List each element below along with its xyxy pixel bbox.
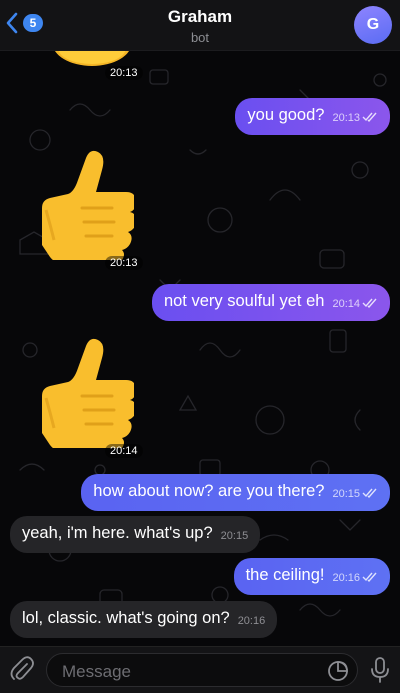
- message-time: 20:15: [332, 488, 360, 500]
- outgoing-message[interactable]: how about now? are you there? 20:15: [81, 474, 390, 511]
- chat-title: Graham: [167, 7, 233, 26]
- read-checkmarks-icon: [362, 112, 377, 122]
- outgoing-message[interactable]: not very soulful yet eh 20:14: [151, 284, 390, 321]
- message-input-field[interactable]: [46, 653, 358, 687]
- read-checkmarks-icon: [362, 488, 377, 498]
- message-text: not very soulful yet eh: [163, 292, 325, 310]
- message-text: the ceiling!: [245, 566, 325, 584]
- message-time: 20:16: [332, 572, 360, 584]
- message-composer: [0, 646, 400, 693]
- incoming-message[interactable]: yeah, i'm here. what's up? 20:15: [10, 516, 261, 553]
- message-time: 20:13: [105, 256, 143, 270]
- read-checkmarks-icon: [362, 298, 377, 308]
- message-text: how about now? are you there?: [93, 482, 325, 500]
- paperclip-icon[interactable]: [10, 656, 34, 682]
- message-time: 20:14: [105, 444, 143, 458]
- message-text: you good?: [247, 106, 325, 124]
- outgoing-message[interactable]: the ceiling! 20:16: [233, 558, 390, 595]
- microphone-icon[interactable]: [370, 656, 390, 684]
- message-text: yeah, i'm here. what's up?: [22, 524, 213, 542]
- message-time: 20:15: [220, 530, 249, 542]
- message-time: 20:13: [105, 66, 143, 80]
- sticker-icon[interactable]: [327, 660, 349, 682]
- avatar[interactable]: G: [354, 6, 392, 44]
- message-list[interactable]: 20:13 you good? 20:13 20:13 not very soul…: [0, 50, 400, 646]
- message-input[interactable]: [60, 660, 314, 684]
- message-time: 20:14: [332, 298, 360, 310]
- read-checkmarks-icon: [362, 572, 377, 582]
- thumbs-up-sticker[interactable]: [22, 148, 134, 260]
- thumbs-up-sticker[interactable]: [22, 336, 134, 448]
- chat-title-area[interactable]: Graham bot: [0, 7, 400, 45]
- message-time: 20:16: [237, 615, 266, 627]
- message-text: lol, classic. what's going on?: [22, 609, 230, 627]
- chat-header: 5 Graham bot G: [0, 0, 400, 51]
- chat-subtitle: bot: [190, 30, 210, 45]
- message-time: 20:13: [332, 112, 360, 124]
- outgoing-message[interactable]: you good? 20:13: [235, 98, 390, 135]
- incoming-message[interactable]: lol, classic. what's going on? 20:16: [10, 601, 278, 638]
